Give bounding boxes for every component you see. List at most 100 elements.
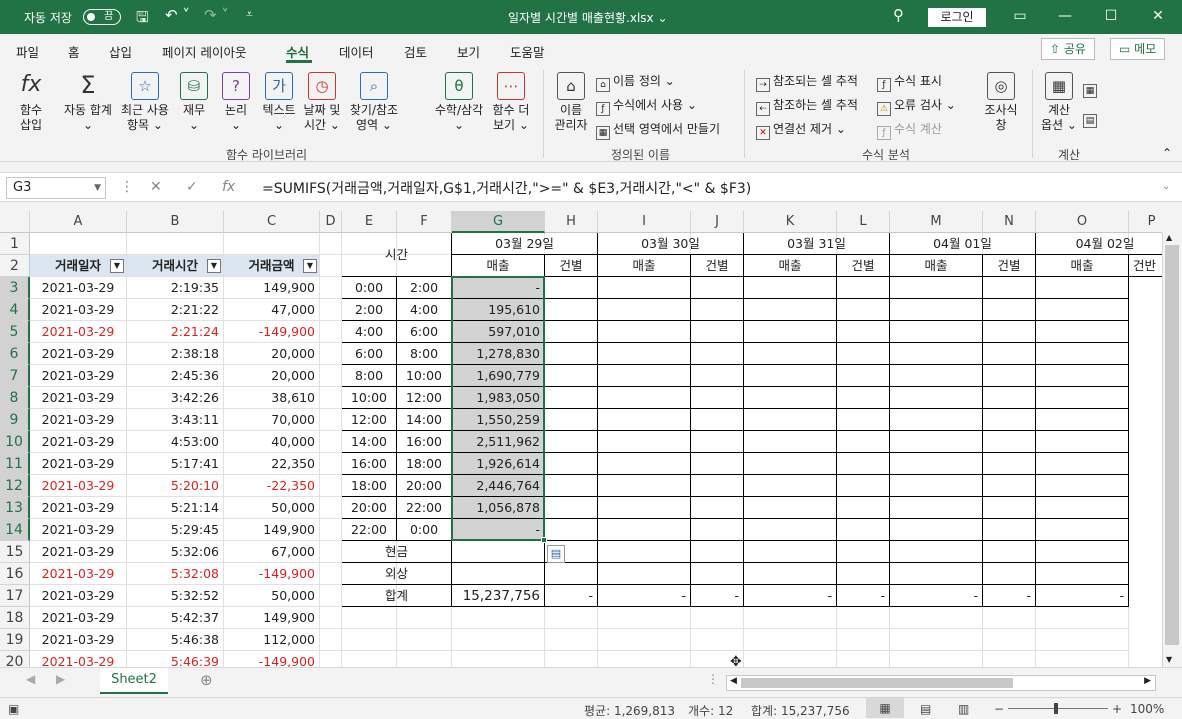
- transaction-time[interactable]: 2:38:18: [127, 343, 224, 365]
- slot-to[interactable]: 6:00: [397, 321, 452, 343]
- define-name-button[interactable]: ⌂ 이름 정의 ⌄: [596, 72, 675, 92]
- calculate-sheet-button[interactable]: ▤: [1083, 110, 1100, 128]
- cell[interactable]: [545, 299, 598, 321]
- cell[interactable]: [342, 607, 397, 629]
- column-header[interactable]: N: [983, 211, 1036, 233]
- slot-to[interactable]: 16:00: [397, 431, 452, 453]
- transaction-amount[interactable]: 40,000: [224, 431, 320, 453]
- transaction-time[interactable]: 5:46:38: [127, 629, 224, 651]
- cell[interactable]: [598, 299, 691, 321]
- cell[interactable]: [320, 255, 342, 277]
- page-layout-view-icon[interactable]: ▤: [920, 702, 931, 716]
- slot-sales[interactable]: 1,278,830: [452, 343, 545, 365]
- transaction-date[interactable]: 2021-03-29: [30, 299, 127, 321]
- slot-to[interactable]: 22:00: [397, 497, 452, 519]
- transaction-date[interactable]: 2021-03-29: [30, 365, 127, 387]
- cell[interactable]: [452, 629, 545, 651]
- cell[interactable]: [691, 475, 744, 497]
- cell[interactable]: [1036, 519, 1129, 541]
- cell[interactable]: [598, 475, 691, 497]
- undo-icon[interactable]: ↶ ˅: [165, 6, 190, 24]
- spreadsheet-grid[interactable]: A B C D E F G H I J K L M N O P 1 2 3 4 5 6 7 8 9 10 11 12 13 14 15 16 1…: [0, 211, 1162, 667]
- filter-dropdown-icon[interactable]: ▼: [207, 259, 221, 273]
- cell[interactable]: [691, 299, 744, 321]
- transaction-date[interactable]: 2021-03-29: [30, 409, 127, 431]
- file-title[interactable]: 일자별 시간별 매출현황.xlsx ⌄: [508, 9, 668, 26]
- row-header[interactable]: 8: [0, 387, 30, 409]
- cell[interactable]: [545, 519, 598, 541]
- cell[interactable]: [837, 409, 890, 431]
- slot-to[interactable]: 12:00: [397, 387, 452, 409]
- transaction-time[interactable]: 5:42:37: [127, 607, 224, 629]
- cell[interactable]: [342, 629, 397, 651]
- zoom-out-icon[interactable]: −: [994, 702, 1004, 716]
- cell[interactable]: [837, 321, 890, 343]
- tab-help[interactable]: 도움말: [510, 42, 545, 61]
- cell[interactable]: [598, 607, 691, 629]
- cell[interactable]: [545, 431, 598, 453]
- transaction-amount[interactable]: 50,000: [224, 585, 320, 607]
- cell[interactable]: [545, 321, 598, 343]
- cell[interactable]: [691, 343, 744, 365]
- row-header[interactable]: 19: [0, 629, 30, 651]
- slot-sales[interactable]: 2,511,962: [452, 431, 545, 453]
- cell[interactable]: [983, 651, 1036, 667]
- transaction-date[interactable]: 2021-03-29: [30, 629, 127, 651]
- cell[interactable]: [890, 343, 983, 365]
- zoom-level[interactable]: 100%: [1130, 702, 1164, 716]
- cell[interactable]: [1036, 299, 1129, 321]
- row-header[interactable]: 5: [0, 321, 30, 343]
- row-header[interactable]: 12: [0, 475, 30, 497]
- cell[interactable]: [890, 365, 983, 387]
- cell[interactable]: [744, 409, 837, 431]
- logical-button[interactable]: ? 논리 ⌄: [220, 72, 252, 133]
- count-subheader[interactable]: 건반: [1129, 255, 1162, 277]
- row-header[interactable]: 11: [0, 453, 30, 475]
- cell[interactable]: [598, 431, 691, 453]
- cell[interactable]: [1036, 431, 1129, 453]
- cell[interactable]: [598, 365, 691, 387]
- slot-from[interactable]: 12:00: [342, 409, 397, 431]
- cell[interactable]: [744, 299, 837, 321]
- transaction-time[interactable]: 5:32:08: [127, 563, 224, 585]
- slot-from[interactable]: 4:00: [342, 321, 397, 343]
- tab-view[interactable]: 보기: [457, 42, 480, 61]
- cell[interactable]: [691, 519, 744, 541]
- total-dash[interactable]: -: [837, 585, 890, 607]
- cell[interactable]: [598, 453, 691, 475]
- scroll-up-icon[interactable]: ▲: [1166, 233, 1172, 242]
- transaction-time[interactable]: 5:29:45: [127, 519, 224, 541]
- cell[interactable]: [744, 321, 837, 343]
- cell[interactable]: [691, 277, 744, 299]
- slot-to[interactable]: 14:00: [397, 409, 452, 431]
- error-checking-button[interactable]: ⚠ 오류 검사 ⌄: [877, 96, 956, 116]
- slot-from[interactable]: 14:00: [342, 431, 397, 453]
- cell[interactable]: [598, 497, 691, 519]
- zoom-slider-thumb[interactable]: [1054, 703, 1058, 714]
- transaction-time[interactable]: 5:46:39: [127, 651, 224, 667]
- cell[interactable]: [890, 519, 983, 541]
- slot-to[interactable]: 4:00: [397, 299, 452, 321]
- slot-sales[interactable]: 1,926,614: [452, 453, 545, 475]
- slot-sales[interactable]: 1,550,259: [452, 409, 545, 431]
- transaction-date[interactable]: 2021-03-29: [30, 519, 127, 541]
- quick-analysis-icon[interactable]: ▤: [547, 545, 565, 563]
- total-dash[interactable]: -: [890, 585, 983, 607]
- column-header[interactable]: M: [890, 211, 983, 233]
- cell[interactable]: [890, 387, 983, 409]
- evaluate-formula-button[interactable]: ƒ 수식 계산: [877, 120, 942, 140]
- next-sheet-icon[interactable]: ▶: [56, 672, 65, 686]
- cell[interactable]: [1036, 563, 1129, 585]
- trace-dependents-button[interactable]: ⇠ 참조하는 셀 추적: [756, 96, 858, 116]
- customize-qat-icon[interactable]: ⩡: [246, 7, 253, 22]
- transaction-time[interactable]: 3:43:11: [127, 409, 224, 431]
- transaction-date[interactable]: 2021-03-29: [30, 651, 127, 667]
- cell[interactable]: [545, 365, 598, 387]
- cell[interactable]: [320, 475, 342, 497]
- cell[interactable]: [320, 519, 342, 541]
- transaction-amount[interactable]: 70,000: [224, 409, 320, 431]
- cell[interactable]: [598, 541, 691, 563]
- cell[interactable]: [545, 409, 598, 431]
- cell[interactable]: [983, 497, 1036, 519]
- cell[interactable]: [452, 607, 545, 629]
